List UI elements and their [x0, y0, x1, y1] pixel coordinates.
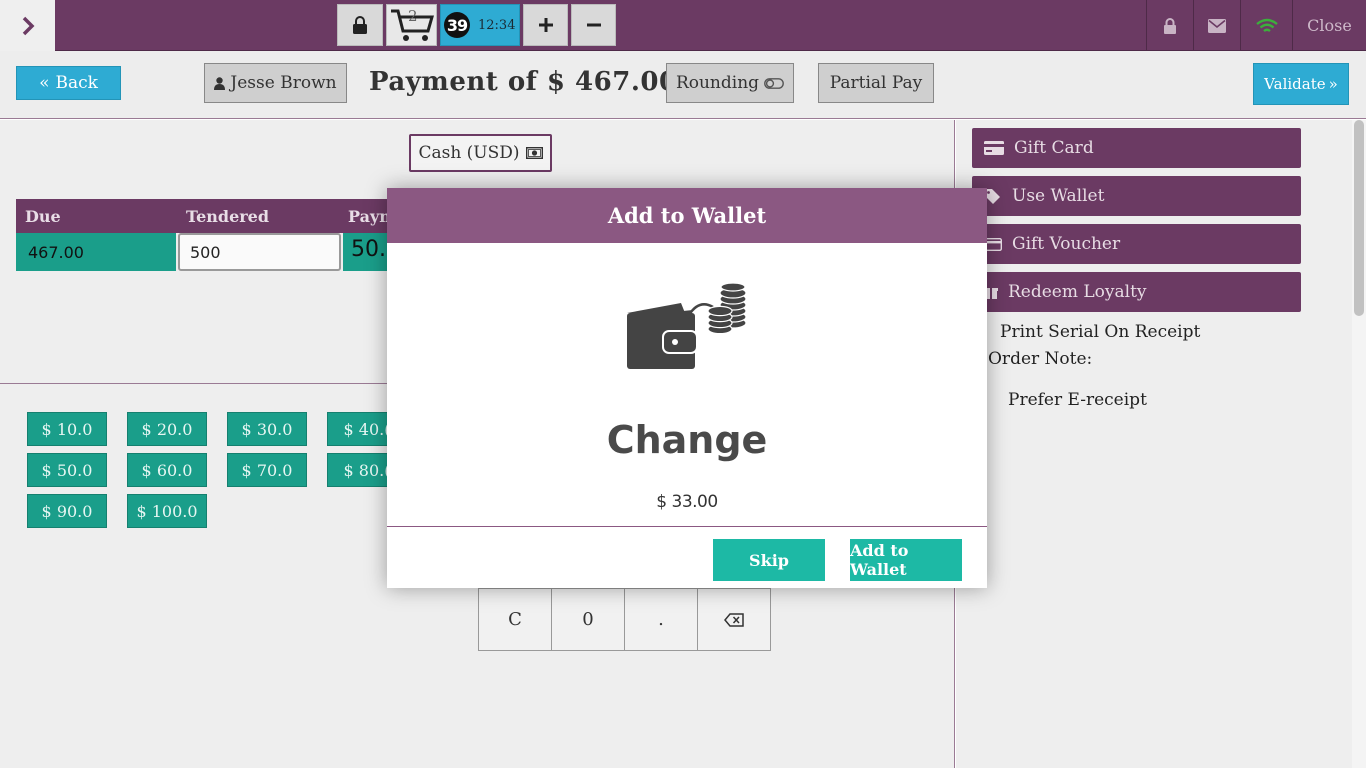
- skip-button[interactable]: Skip: [713, 539, 825, 581]
- dialog-title: Add to Wallet: [387, 188, 987, 243]
- dialog-footer: Skip Add to Wallet: [387, 526, 987, 588]
- wallet-coins-icon: [627, 283, 747, 369]
- change-amount: $ 33.00: [656, 492, 718, 512]
- add-to-wallet-dialog: Add to Wallet Change $ 33.00 Skip Add to…: [387, 188, 987, 588]
- change-heading: Change: [606, 418, 768, 462]
- add-to-wallet-button[interactable]: Add to Wallet: [850, 539, 962, 581]
